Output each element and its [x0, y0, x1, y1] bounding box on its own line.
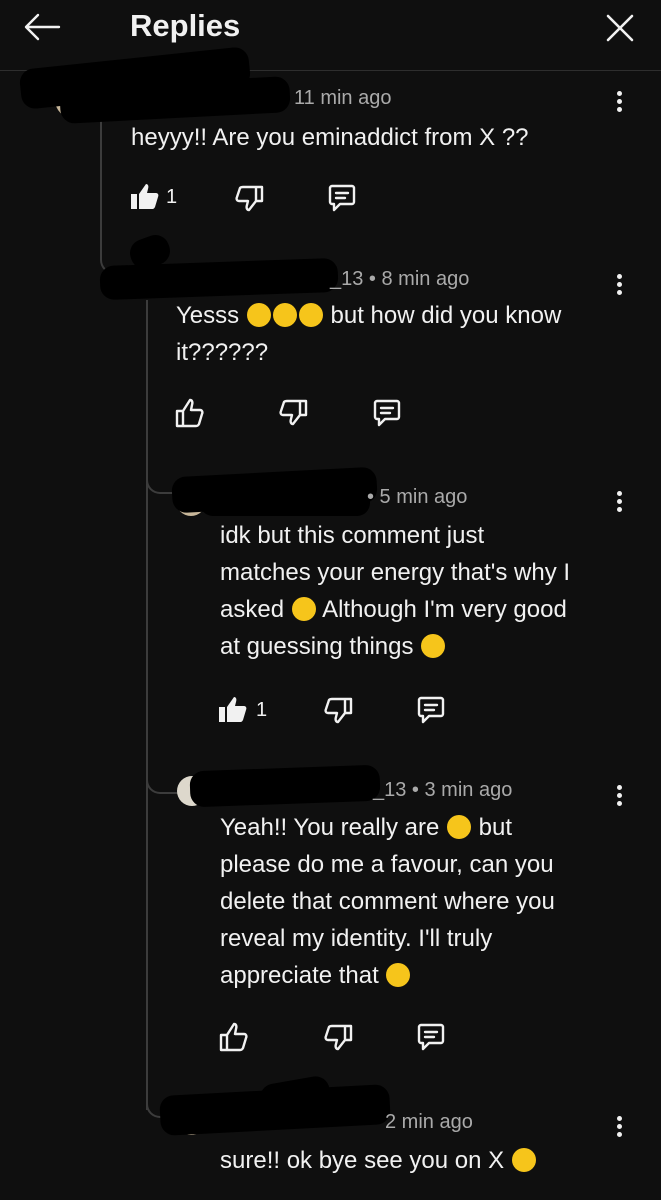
thread-line-nested	[146, 300, 148, 1110]
thumbs-down-icon[interactable]	[235, 184, 265, 212]
comment-author-timestamp: _13 • 3 min ago	[373, 779, 513, 801]
crying-face-emoji	[272, 303, 297, 327]
more-options-icon[interactable]	[617, 274, 623, 298]
crying-face-emoji	[246, 303, 271, 327]
comment-text-line: sure!! ok bye see you on X	[220, 1147, 505, 1174]
thumbs-down-icon[interactable]	[324, 1023, 354, 1051]
thumbs-up-icon[interactable]	[130, 183, 160, 211]
redaction	[99, 257, 339, 301]
thumbs-up-icon[interactable]	[219, 1022, 249, 1052]
comment-text-line: but	[478, 814, 513, 841]
winking-face-emoji	[421, 634, 446, 658]
comment-text-line: reveal my identity. I'll truly	[220, 925, 493, 952]
comment-text-line: appreciate that	[220, 962, 379, 989]
comment-timestamp: • 5 min ago	[367, 486, 468, 508]
thumbs-down-icon[interactable]	[279, 398, 309, 426]
more-options-icon[interactable]	[617, 785, 623, 809]
reply-comment-icon[interactable]	[372, 398, 402, 428]
crying-face-emoji	[298, 303, 323, 327]
comment-author-timestamp: _13 • 8 min ago	[330, 268, 470, 290]
redaction	[189, 764, 381, 808]
comment-text-line: asked	[220, 596, 285, 623]
comment-timestamp: 11 min ago	[294, 87, 392, 109]
comment-text: heyyy!! Are you eminaddict from X ??	[131, 124, 529, 151]
reply-comment-icon[interactable]	[416, 695, 446, 725]
crying-face-emoji	[446, 815, 471, 839]
more-options-icon[interactable]	[617, 1116, 623, 1140]
thumbs-up-icon[interactable]	[218, 696, 248, 724]
redaction	[200, 490, 370, 516]
thumbs-down-icon[interactable]	[324, 696, 354, 724]
reply-comment-icon[interactable]	[327, 183, 357, 213]
reply-comment-icon[interactable]	[416, 1022, 446, 1052]
page-title: Replies	[130, 8, 241, 43]
winking-face-emoji	[511, 1148, 536, 1172]
comment-text-line: delete that comment where you	[220, 888, 555, 915]
kissing-face-emoji	[386, 963, 411, 987]
comment-text: sure!! ok bye see you on X	[220, 1142, 537, 1179]
comment-text-line: Although I'm very good	[322, 596, 567, 623]
comment-text-line: at guessing things	[220, 633, 414, 660]
comment-text-line: but how did you know	[330, 302, 562, 329]
comment-text-line: please do me a favour, can you	[220, 851, 554, 878]
comment-text-line: Yeah!! You really are	[220, 814, 440, 841]
close-icon[interactable]	[604, 12, 636, 44]
back-arrow-icon[interactable]	[22, 12, 62, 42]
like-count: 1	[166, 186, 178, 208]
comment-text-line: it??????	[176, 339, 269, 366]
more-options-icon[interactable]	[617, 91, 623, 115]
comment-text-line: Yesss	[176, 302, 240, 329]
sweat-smile-emoji	[291, 597, 316, 621]
like-count: 1	[256, 699, 268, 721]
more-options-icon[interactable]	[617, 491, 623, 515]
comment-timestamp: 2 min ago	[385, 1111, 473, 1133]
comment-text-line: idk but this comment just	[220, 522, 485, 549]
comment-text-line: matches your energy that's why I	[220, 559, 571, 586]
comment-text: Yesss but how did you know it??????	[176, 297, 561, 371]
thumbs-up-icon[interactable]	[175, 398, 205, 428]
comment-text: idk but this comment just matches your e…	[220, 517, 570, 665]
comment-text: Yeah!! You really are but please do me a…	[220, 809, 555, 994]
